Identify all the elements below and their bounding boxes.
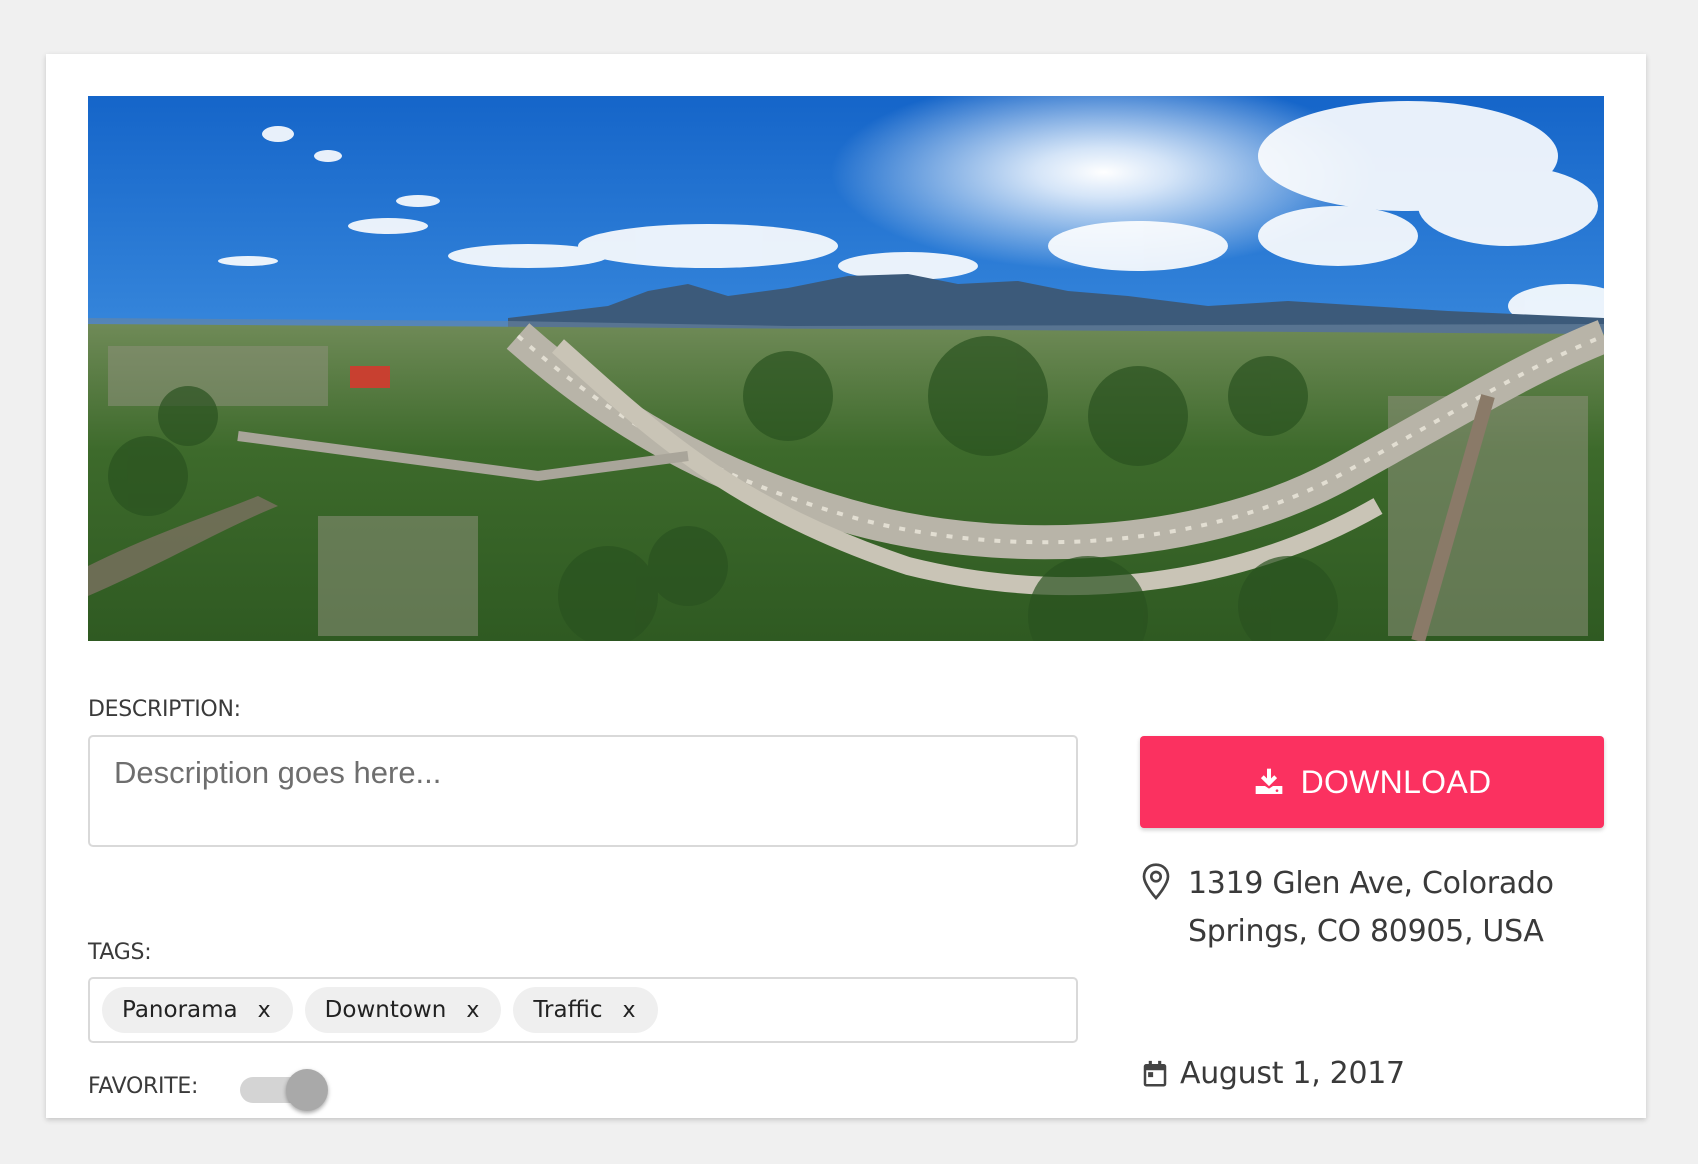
tag-chip-downtown: Downtown x (304, 987, 502, 1033)
download-button-label: DOWNLOAD (1300, 763, 1492, 800)
tag-chip-label: Panorama (122, 997, 238, 1023)
download-button[interactable]: DOWNLOAD (1140, 736, 1604, 828)
tag-chip-label: Downtown (324, 997, 447, 1023)
date-info: August 1, 2017 (1140, 1056, 1405, 1091)
favorite-label: FAVORITE: (88, 1074, 199, 1099)
tag-chip-panorama: Panorama x (102, 987, 293, 1033)
description-input[interactable] (90, 737, 1076, 845)
location-info: 1319 Glen Ave, Colorado Springs, CO 8090… (1140, 860, 1604, 956)
download-icon (1255, 768, 1282, 794)
description-field (88, 735, 1078, 847)
panorama-image (88, 96, 1604, 641)
tags-input[interactable]: Panorama x Downtown x Traffic x (88, 977, 1078, 1043)
panorama-photo (88, 96, 1604, 641)
favorite-toggle-thumb[interactable] (286, 1069, 328, 1111)
tag-chip-traffic: Traffic x (513, 987, 658, 1033)
tag-chip-label: Traffic (533, 997, 603, 1023)
remove-tag-traffic-button[interactable]: x (622, 998, 635, 1023)
photo-date: August 1, 2017 (1180, 1056, 1405, 1091)
description-label: DESCRIPTION: (88, 697, 241, 722)
photo-detail-card: DESCRIPTION: TAGS: Panorama x Downtown x… (46, 54, 1646, 1118)
remove-tag-panorama-button[interactable]: x (258, 998, 271, 1023)
calendar-icon (1143, 1060, 1167, 1086)
favorite-toggle[interactable] (240, 1069, 330, 1111)
location-pin-icon (1142, 863, 1170, 900)
location-address: 1319 Glen Ave, Colorado Springs, CO 8090… (1188, 866, 1554, 949)
remove-tag-downtown-button[interactable]: x (466, 998, 479, 1023)
tags-label: TAGS: (88, 940, 152, 965)
